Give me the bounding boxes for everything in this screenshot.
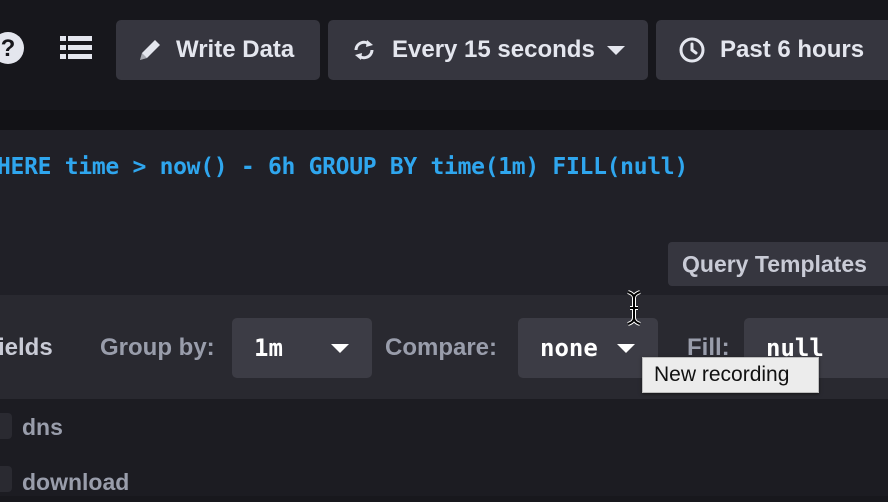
compare-label: Compare: xyxy=(385,334,498,361)
list-item[interactable]: download xyxy=(0,462,300,502)
query-templates-button[interactable]: Query Templates xyxy=(668,242,888,286)
caret-down-icon xyxy=(606,45,625,55)
group-by-dropdown[interactable]: 1m xyxy=(232,318,372,378)
list-icon xyxy=(58,32,94,69)
time-range-dropdown[interactable]: Past 6 hours xyxy=(656,20,888,80)
measurement-label: download xyxy=(22,469,130,495)
time-range-label: Past 6 hours xyxy=(720,36,865,63)
measurements-list: dns download xyxy=(0,399,888,496)
list-item[interactable]: dns xyxy=(0,407,300,447)
svg-text:?: ? xyxy=(1,35,16,62)
pencil-icon xyxy=(136,36,164,64)
group-by-label: Group by: xyxy=(100,334,215,361)
text-cursor-icon xyxy=(624,290,644,326)
query-text[interactable]: HERE time > now() - 6h GROUP BY time(1m)… xyxy=(0,154,688,180)
caret-down-icon xyxy=(617,344,635,353)
group-by-value: 1m xyxy=(254,334,283,362)
refresh-interval-label: Every 15 seconds xyxy=(392,36,595,63)
write-data-button[interactable]: Write Data xyxy=(116,20,320,80)
refresh-icon xyxy=(350,36,378,64)
checkbox[interactable] xyxy=(0,466,12,492)
tooltip: New recording xyxy=(642,357,819,393)
compare-value: none xyxy=(540,334,598,362)
compare-dropdown[interactable]: none xyxy=(518,318,658,378)
refresh-interval-dropdown[interactable]: Every 15 seconds xyxy=(328,20,648,80)
page-header: ? Write Data Every 15 seconds Past 6 hou… xyxy=(0,0,888,110)
fields-label: ields xyxy=(0,334,53,361)
clock-icon xyxy=(678,36,706,64)
help-button[interactable]: ? xyxy=(0,30,30,70)
section-divider xyxy=(0,110,888,130)
measurement-label: dns xyxy=(22,414,63,440)
menu-button[interactable] xyxy=(56,30,96,70)
write-data-label: Write Data xyxy=(176,36,295,63)
checkbox[interactable] xyxy=(0,413,12,439)
question-circle-icon: ? xyxy=(0,28,28,73)
caret-down-icon xyxy=(331,344,349,353)
